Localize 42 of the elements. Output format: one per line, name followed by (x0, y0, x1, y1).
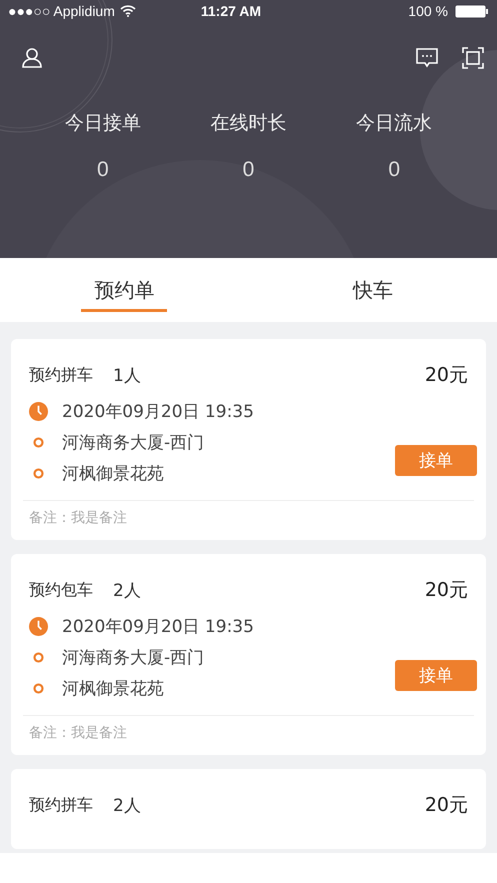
stat-value: 0 (96, 158, 109, 182)
order-note: 备注：我是备注 (29, 725, 127, 741)
order-card[interactable]: 预约包车 2人 20元 2020年09月20日 19:35 河海商务大厦-西门 河枫御景花苑 接单 备注：我是备注 (11, 554, 486, 755)
location-dot-icon (33, 437, 44, 448)
order-time: 2020年09月20日 19:35 (62, 616, 254, 638)
user-icon[interactable] (20, 46, 44, 70)
clock-icon (29, 617, 48, 636)
wifi-icon (120, 5, 136, 17)
stat-value: 0 (388, 158, 400, 182)
clock-icon (29, 402, 48, 421)
stat-label: 在线时长 (210, 111, 286, 136)
order-card[interactable]: 预约拼车 2人 20元 (11, 769, 486, 849)
battery-label: 100 % (408, 3, 448, 19)
tab[interactable]: 快车 (248, 258, 497, 322)
order-price: 20元 (424, 363, 468, 388)
battery-icon (455, 4, 489, 18)
stat-label: 今日流水 (356, 111, 432, 136)
status-time: 11:27 AM (200, 3, 262, 19)
location-dot-icon (33, 683, 44, 694)
passenger-count: 2人 (113, 794, 141, 816)
location-dot-icon (33, 652, 44, 663)
order-note: 备注：我是备注 (29, 510, 127, 526)
message-icon[interactable] (415, 46, 439, 70)
tab[interactable]: 预约单 (0, 258, 248, 322)
order-time: 2020年09月20日 19:35 (62, 401, 254, 423)
passenger-count: 2人 (113, 580, 141, 602)
end-address: 河枫御景花苑 (62, 463, 164, 485)
order-price: 20元 (424, 793, 468, 818)
order-type: 预约包车 (29, 580, 93, 600)
location-dot-icon (33, 468, 44, 479)
scan-icon[interactable] (461, 46, 485, 70)
order-type: 预约拼车 (29, 364, 93, 386)
start-address: 河海商务大厦-西门 (62, 647, 204, 669)
passenger-count: 1人 (113, 364, 141, 386)
stat-label: 今日接单 (64, 111, 141, 136)
order-type: 预约拼车 (29, 794, 93, 816)
carrier-label: ●●●○○ Applidium (8, 3, 115, 19)
end-address: 河枫御景花苑 (62, 678, 164, 700)
start-address: 河海商务大厦-西门 (62, 432, 204, 454)
order-price: 20元 (424, 578, 468, 603)
stat-value: 0 (242, 158, 254, 182)
order-card[interactable]: 预约拼车 1人 20元 2020年09月20日 19:35 河海商务大厦-西门 河枫御景花苑 接单 备注：我是备注 (11, 339, 486, 540)
